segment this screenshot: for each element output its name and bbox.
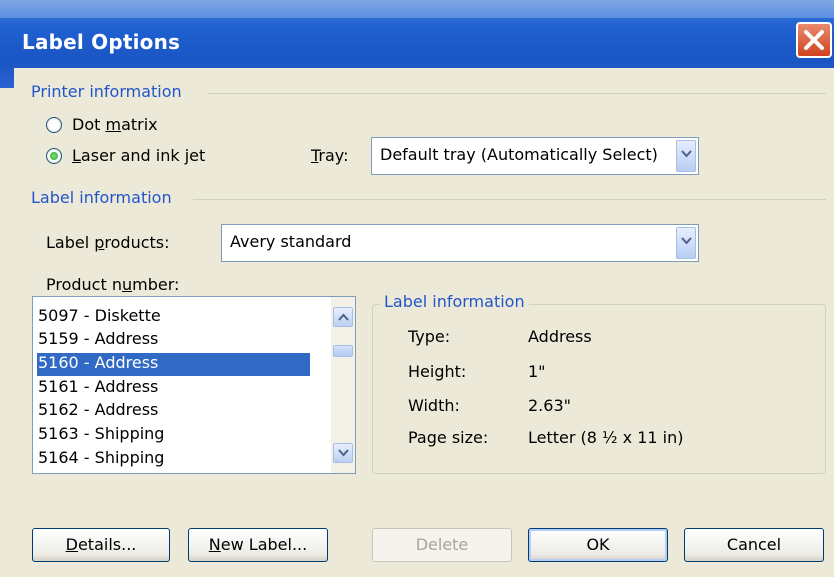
chevron-down-icon <box>681 237 692 245</box>
width-label: Width: <box>408 396 460 415</box>
type-label: Type: <box>408 327 451 346</box>
label-products-value: Avery standard <box>230 232 352 251</box>
label-products-dropdown-button[interactable] <box>676 227 696 259</box>
product-number-label: Product number: <box>46 275 180 294</box>
printer-info-header: Printer information <box>31 82 182 101</box>
scroll-down-icon <box>338 449 349 457</box>
dot-matrix-label[interactable]: Dot matrix <box>72 115 158 134</box>
window-title: Label Options <box>22 30 181 54</box>
scroll-thumb[interactable] <box>333 345 353 357</box>
dot-matrix-radio[interactable] <box>46 117 62 133</box>
ok-button[interactable]: OK <box>528 528 668 562</box>
scroll-down-button[interactable] <box>333 443 353 463</box>
product-number-list[interactable]: 5097 - Diskette 5159 - Address 5160 - Ad… <box>32 296 356 474</box>
tray-select[interactable]: Default tray (Automatically Select) <box>371 137 699 175</box>
new-label-button[interactable]: New Label... <box>188 528 328 562</box>
laser-radio[interactable] <box>46 148 62 164</box>
tray-label: Tray: <box>311 146 349 165</box>
details-button[interactable]: Details... <box>32 528 170 562</box>
height-value: 1" <box>528 362 546 381</box>
page-size-value: Letter (8 ½ x 11 in) <box>528 428 684 447</box>
list-item[interactable]: 5164 - Shipping <box>37 448 310 471</box>
laser-label[interactable]: Laser and ink jet <box>72 146 205 165</box>
radio-selected-dot <box>50 152 58 160</box>
chevron-down-icon <box>681 150 692 158</box>
list-scrollbar[interactable] <box>331 297 355 473</box>
printer-info-divider <box>208 93 826 94</box>
close-button[interactable] <box>796 22 832 58</box>
list-item[interactable]: 5097 - Diskette <box>37 306 310 329</box>
label-info-header: Label information <box>31 188 172 207</box>
cancel-button[interactable]: Cancel <box>684 528 824 562</box>
title-bar-strip <box>0 0 834 18</box>
list-item[interactable]: 5159 - Address <box>37 329 310 352</box>
tray-select-value: Default tray (Automatically Select) <box>380 145 658 164</box>
close-icon <box>804 30 824 50</box>
tray-dropdown-button[interactable] <box>676 140 696 172</box>
width-value: 2.63" <box>528 396 571 415</box>
scroll-up-button[interactable] <box>333 307 353 327</box>
list-item-selected[interactable]: 5160 - Address <box>37 353 310 376</box>
label-info-divider <box>193 199 826 200</box>
label-details-header: Label information <box>380 292 529 311</box>
height-label: Height: <box>408 362 467 381</box>
list-item[interactable]: 5162 - Address <box>37 400 310 423</box>
list-item[interactable]: 5161 - Address <box>37 377 310 400</box>
page-size-label: Page size: <box>408 428 489 447</box>
delete-button[interactable]: Delete <box>372 528 512 562</box>
label-products-label: Label products: <box>46 233 170 252</box>
label-products-select[interactable]: Avery standard <box>221 224 699 262</box>
scroll-up-icon <box>338 313 349 321</box>
list-item[interactable]: 5163 - Shipping <box>37 424 310 447</box>
type-value: Address <box>528 327 592 346</box>
